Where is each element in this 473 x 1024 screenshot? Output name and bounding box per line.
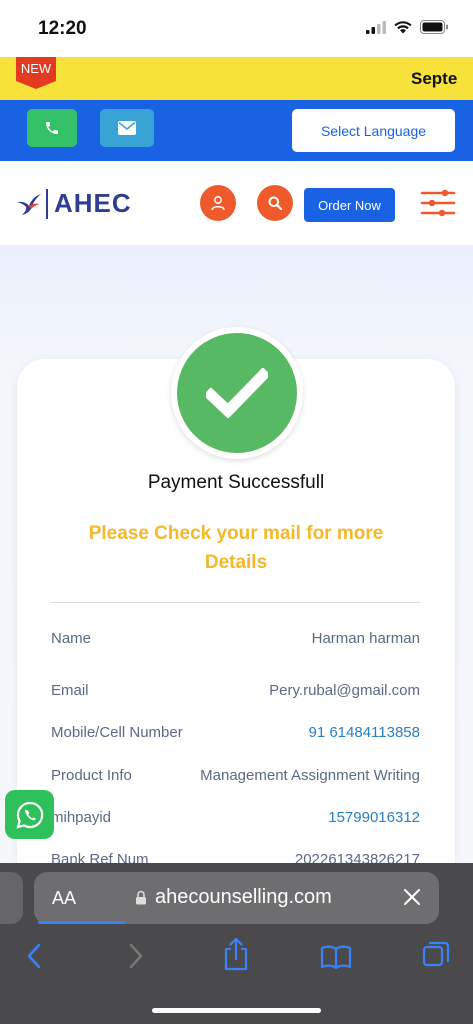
tabs-icon[interactable]: [422, 941, 450, 969]
logo-separator: [46, 188, 48, 219]
previous-tab-edge[interactable]: [0, 872, 23, 924]
email-button[interactable]: [100, 109, 154, 147]
battery-icon: [420, 20, 448, 34]
payment-subtitle: Please Check your mail for more Details: [88, 523, 384, 573]
cellular-signal-icon: [366, 20, 386, 34]
share-icon[interactable]: [222, 937, 250, 971]
main-content: Payment Successfull Please Check your ma…: [0, 245, 473, 863]
row-label: mihpayid: [51, 809, 112, 826]
reader-options-button[interactable]: AA: [52, 888, 76, 909]
whatsapp-button[interactable]: [5, 790, 54, 839]
site-header: AHEC Order Now: [0, 161, 473, 245]
row-value: Management Assignment Writing: [200, 767, 420, 784]
phone-button[interactable]: [27, 109, 77, 147]
ticker-text[interactable]: Septe: [411, 69, 457, 89]
payment-title: Payment Successfull: [147, 472, 325, 493]
row-label: Mobile/Cell Number: [51, 724, 183, 741]
news-ticker: NEW Septe: [0, 57, 473, 100]
page-load-progress: [38, 921, 125, 924]
divider: [51, 602, 420, 603]
close-icon[interactable]: [403, 888, 421, 906]
logo-text: AHEC: [54, 188, 132, 218]
new-badge: NEW: [16, 57, 56, 89]
row-value: Harman harman: [311, 630, 420, 647]
home-indicator[interactable]: [152, 1008, 321, 1013]
search-icon: [268, 196, 282, 210]
contact-bar: Select Language: [0, 100, 473, 161]
order-now-button[interactable]: Order Now: [304, 188, 395, 222]
checkmark-icon: [206, 368, 268, 418]
lock-icon: [136, 890, 146, 905]
phone-link[interactable]: 91 61484113858: [308, 724, 420, 741]
menu-sliders-icon[interactable]: [420, 187, 456, 219]
row-label: Email: [51, 682, 89, 699]
bookmarks-icon[interactable]: [320, 945, 352, 969]
wifi-icon: [394, 20, 412, 33]
success-badge: [171, 327, 303, 459]
back-icon[interactable]: [25, 941, 43, 971]
bird-logo-icon: [17, 193, 41, 215]
status-bar: 12:20: [0, 0, 473, 57]
success-circle: [177, 333, 297, 453]
payid-link[interactable]: 15799016312: [328, 809, 420, 826]
browser-toolbar: [0, 937, 473, 987]
status-time: 12:20: [38, 18, 87, 39]
row-label: Product Info: [51, 767, 132, 784]
user-account-button[interactable]: [200, 185, 236, 221]
status-icons: [366, 20, 449, 34]
row-value: 202261343826217: [294, 851, 420, 863]
row-label: Bank Ref Num: [51, 851, 149, 863]
forward-icon[interactable]: [127, 941, 145, 971]
row-label: Name: [51, 630, 92, 647]
url-text: ahecounselling.com: [155, 886, 332, 908]
select-language-dropdown[interactable]: Select Language: [292, 109, 455, 152]
ahec-logo[interactable]: AHEC: [16, 188, 132, 219]
whatsapp-icon: [15, 801, 43, 829]
phone-icon: [46, 122, 58, 134]
user-icon: [211, 196, 225, 211]
envelope-icon: [118, 121, 136, 135]
row-value: Pery.rubal@gmail.com: [269, 682, 420, 699]
address-bar[interactable]: AA ahecounselling.com: [34, 872, 439, 924]
browser-chrome: AA ahecounselling.com: [0, 863, 473, 1024]
search-button[interactable]: [257, 185, 293, 221]
